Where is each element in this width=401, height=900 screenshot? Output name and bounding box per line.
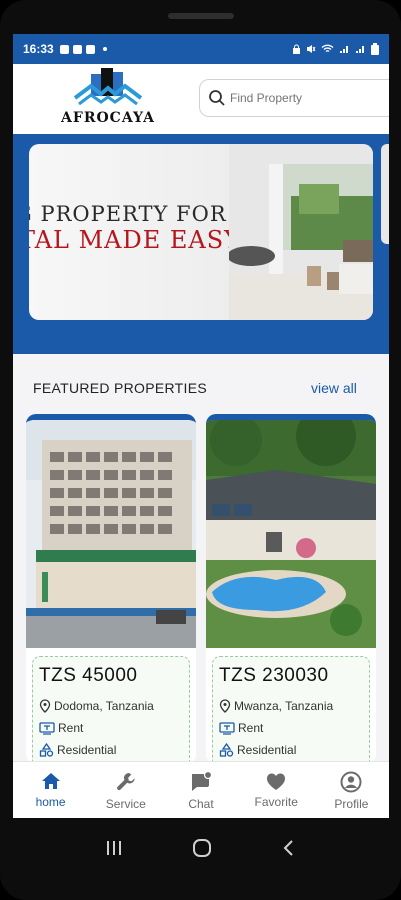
purpose-text: Rent (58, 721, 84, 735)
lock-icon (293, 44, 300, 54)
recent-apps-icon[interactable] (104, 839, 124, 857)
bottom-nav: home Service Chat Favorite Profile (13, 761, 389, 818)
search-icon (209, 90, 225, 106)
search-input[interactable] (230, 91, 380, 105)
category-icon (39, 743, 54, 757)
nav-label: Chat (188, 797, 214, 811)
banner-headline-line1: G PROPERTY FOR (29, 202, 227, 226)
featured-header: FEATURED PROPERTIES view all (13, 380, 389, 400)
property-price: TZS 45000 (39, 665, 138, 686)
property-info: TZS 230030 Mwanza, Tanzania Rent Residen… (212, 656, 370, 764)
nav-chat[interactable]: Chat (163, 762, 238, 818)
property-price: TZS 230030 (219, 665, 329, 686)
signal-icon-2 (356, 46, 364, 53)
nav-label: Favorite (254, 795, 298, 809)
heart-icon (267, 773, 286, 790)
wrench-icon (116, 773, 135, 791)
rent-icon (219, 721, 235, 735)
property-purpose: Rent (39, 717, 183, 739)
promo-banner[interactable]: G PROPERTY FOR TAL MADE EASY (29, 144, 373, 320)
property-card[interactable]: TZS 230030 Mwanza, Tanzania Rent Residen… (206, 414, 376, 764)
view-all-link[interactable]: view all (311, 380, 357, 396)
search-box[interactable] (199, 79, 389, 117)
message-icon (72, 44, 82, 54)
next-banner-peek (381, 144, 389, 244)
notification-icon (59, 44, 69, 54)
featured-title: FEATURED PROPERTIES (33, 380, 207, 396)
property-card[interactable]: TZS 45000 Dodoma, Tanzania Rent Resident… (26, 414, 196, 764)
property-image-hotel (26, 420, 196, 648)
category-text: Residential (57, 743, 117, 757)
nav-label: Profile (334, 797, 369, 811)
property-location: Dodoma, Tanzania (39, 695, 183, 717)
status-time: 16:33 (23, 42, 54, 56)
category-icon (219, 743, 234, 757)
status-bar: 16:33 (13, 34, 389, 64)
banner-room-image (229, 144, 373, 320)
location-text: Mwanza, Tanzania (234, 699, 334, 713)
nav-label: home (35, 795, 66, 809)
app-screen: 16:33 AFROCAYA Find Property G PROPERTY … (13, 34, 389, 818)
system-icons (292, 43, 379, 55)
phone-frame: 16:33 AFROCAYA Find Property G PROPERTY … (0, 0, 401, 900)
location-text: Dodoma, Tanzania (54, 699, 154, 713)
brand-logo[interactable]: AFROCAYA (53, 66, 163, 130)
category-text: Residential (237, 743, 297, 757)
property-category: Residential (219, 739, 363, 761)
battery-icon (371, 43, 379, 55)
nav-label: Service (105, 797, 146, 811)
system-nav-bar (0, 818, 401, 878)
location-pin-icon (219, 699, 231, 713)
notification-icons (59, 44, 107, 54)
download-icon (85, 44, 95, 54)
more-dot-icon (102, 47, 107, 51)
app-header: AFROCAYA (13, 64, 389, 134)
home-button-icon[interactable] (191, 837, 213, 859)
nav-service[interactable]: Service (88, 762, 163, 818)
home-icon (41, 773, 60, 789)
property-location: Mwanza, Tanzania (219, 695, 363, 717)
logo-houses-icon (73, 68, 143, 106)
back-icon[interactable] (280, 838, 298, 858)
property-category: Residential (39, 739, 183, 761)
location-pin-icon (39, 699, 51, 713)
nav-favorite[interactable]: Favorite (239, 762, 314, 818)
brand-name: AFROCAYA (61, 110, 155, 126)
property-purpose: Rent (219, 717, 363, 739)
nav-home[interactable]: home (13, 762, 88, 818)
signal-icon (340, 46, 348, 53)
rent-icon (39, 721, 55, 735)
earpiece (168, 13, 234, 19)
mute-icon (307, 45, 316, 53)
hero-section: G PROPERTY FOR TAL MADE EASY (13, 134, 389, 354)
wifi-icon (321, 44, 334, 53)
nav-profile[interactable]: Profile (314, 762, 389, 818)
property-image-house (206, 420, 376, 648)
property-info: TZS 45000 Dodoma, Tanzania Rent Resident… (32, 656, 190, 764)
chat-icon (192, 771, 212, 791)
banner-headline-line2: TAL MADE EASY (29, 226, 242, 254)
purpose-text: Rent (238, 721, 264, 735)
profile-icon (340, 771, 362, 793)
